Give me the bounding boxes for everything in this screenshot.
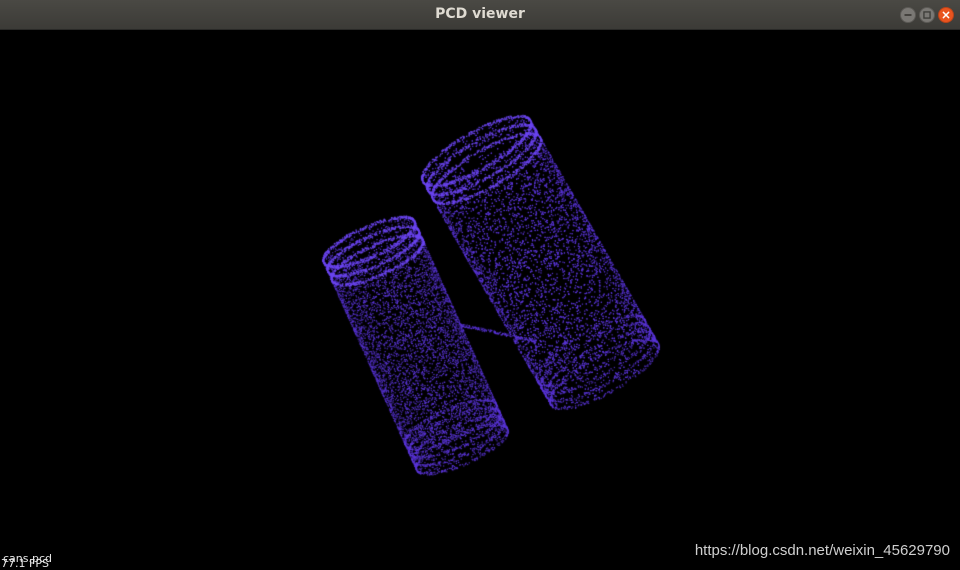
pcd-viewer-window: PCD viewer cans.pcd 77.1 FPS https://blo… [0,0,960,570]
close-icon [942,11,950,19]
maximize-button[interactable] [919,7,935,23]
window-controls [900,7,954,23]
maximize-icon [923,11,931,19]
window-title: PCD viewer [435,6,525,22]
point-cloud-canvas[interactable] [0,30,960,570]
close-button[interactable] [938,7,954,23]
minimize-icon [904,14,912,16]
point-cloud-viewport[interactable]: cans.pcd 77.1 FPS https://blog.csdn.net/… [0,30,960,570]
minimize-button[interactable] [900,7,916,23]
fps-counter: 77.1 FPS [1,557,49,570]
title-bar[interactable]: PCD viewer [0,0,960,30]
watermark-text: https://blog.csdn.net/weixin_45629790 [694,542,950,559]
